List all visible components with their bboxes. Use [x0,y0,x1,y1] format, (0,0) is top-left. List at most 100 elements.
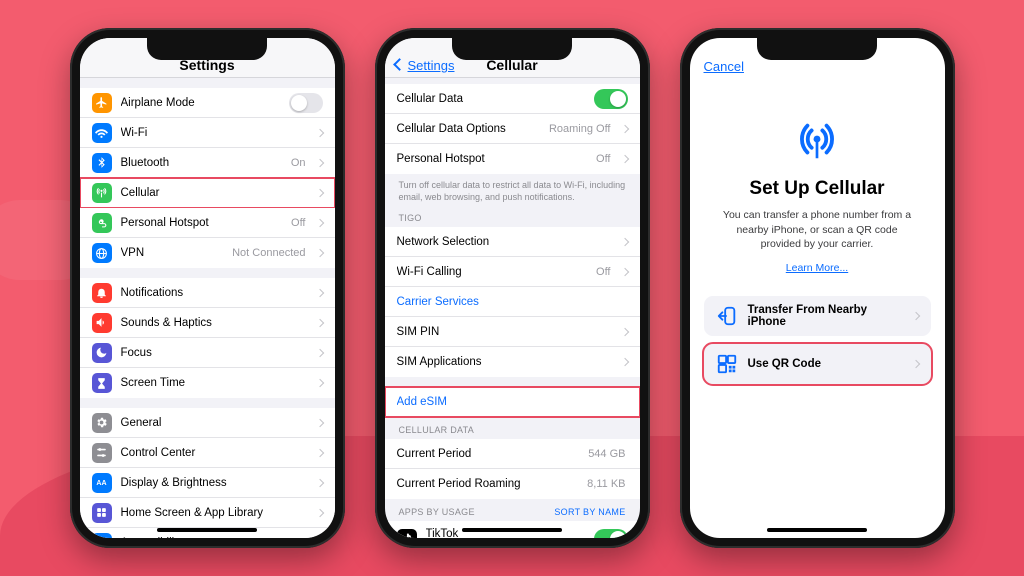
chevron-right-icon [911,312,919,320]
row-label: Cellular Data [397,93,585,105]
row-current-period[interactable]: Current Period 544 GB [385,439,640,469]
row-personal-hotspot[interactable]: Personal Hotspot Off [80,208,335,238]
row-detail: 8,11 KB [587,478,625,490]
group-data: Cellular Data Cellular Data Options Roam… [385,84,640,174]
row-detail: On [291,157,306,169]
chevron-right-icon [315,249,323,257]
row-vpn[interactable]: VPN Not Connected [80,238,335,268]
chevron-right-icon [315,158,323,166]
hourglass-icon [92,373,112,393]
row-detail: Off [291,217,305,229]
chevron-right-icon [315,379,323,387]
row-label: Display & Brightness [121,477,308,489]
row-home-screen[interactable]: Home Screen & App Library [80,498,335,528]
screen-cellular: Settings Cellular Cellular Data Cellular… [385,38,640,538]
cellular-data-toggle[interactable] [594,89,628,109]
hotspot-icon [92,213,112,233]
row-label: Carrier Services [397,296,628,308]
row-add-esim[interactable]: Add eSIM [385,387,640,417]
settings-group-attention: Notifications Sounds & Haptics Focus Scr… [80,278,335,398]
notch [452,38,572,60]
apps-header-row: APPS BY USAGE SORT BY NAME [385,499,640,521]
option-transfer-nearby[interactable]: Transfer From Nearby iPhone [704,296,931,336]
notch [147,38,267,60]
footnote-cellular: Turn off cellular data to restrict all d… [385,174,640,205]
row-label: Personal Hotspot [121,217,283,229]
airplane-icon [92,93,112,113]
app-toggle[interactable] [594,529,628,538]
chevron-right-icon [620,268,628,276]
row-carrier-services[interactable]: Carrier Services [385,287,640,317]
row-bluetooth[interactable]: Bluetooth On [80,148,335,178]
group-data-usage: Current Period 544 GB Current Period Roa… [385,439,640,499]
back-button[interactable]: Settings [395,58,455,73]
phones-stage: Settings Airplane Mode Wi-Fi Bluetooth O… [0,0,1024,576]
row-label: Cellular Data Options [397,123,540,135]
chevron-right-icon [315,448,323,456]
row-label: Wi-Fi [121,127,308,139]
row-sounds[interactable]: Sounds & Haptics [80,308,335,338]
row-cellular-data[interactable]: Cellular Data [385,84,640,114]
airplane-toggle[interactable] [289,93,323,113]
qr-icon [716,353,738,375]
option-use-qr-code[interactable]: Use QR Code [704,344,931,384]
chevron-right-icon [620,328,628,336]
display-icon: AA [92,473,112,493]
option-label: Transfer From Nearby iPhone [748,304,903,328]
chevron-right-icon [315,128,323,136]
row-wifi[interactable]: Wi-Fi [80,118,335,148]
row-detail: Not Connected [232,247,305,259]
learn-more-link[interactable]: Learn More... [786,262,848,274]
row-airplane-mode[interactable]: Airplane Mode [80,88,335,118]
row-label: Current Period Roaming [397,478,579,490]
row-label: Sounds & Haptics [121,317,308,329]
chevron-right-icon [620,358,628,366]
row-current-period-roaming[interactable]: Current Period Roaming 8,11 KB [385,469,640,499]
chevron-right-icon [911,360,919,368]
wifi-icon [92,123,112,143]
row-detail: 544 GB [588,448,625,460]
row-screen-time[interactable]: Screen Time [80,368,335,398]
chevron-right-icon [315,348,323,356]
settings-group-general: General Control Center AA Display & Brig… [80,408,335,538]
row-display[interactable]: AA Display & Brightness [80,468,335,498]
row-sim-pin[interactable]: SIM PIN [385,317,640,347]
row-detail: Off [596,153,610,165]
back-label: Settings [408,58,455,73]
antenna-icon [794,118,840,164]
group-esim: Add eSIM [385,387,640,417]
row-focus[interactable]: Focus [80,338,335,368]
accessibility-icon [92,533,112,538]
row-label: Notifications [121,287,308,299]
row-label: Add eSIM [397,396,628,408]
chevron-right-icon [315,478,323,486]
phone-1: Settings Airplane Mode Wi-Fi Bluetooth O… [70,28,345,548]
chevron-right-icon [620,238,628,246]
row-cellular[interactable]: Cellular [80,178,335,208]
sort-button[interactable]: SORT BY NAME [554,507,625,517]
chevron-right-icon [315,318,323,326]
row-label: SIM PIN [397,326,613,338]
row-label: Control Center [121,447,308,459]
row-label: Current Period [397,448,580,460]
row-label: Bluetooth [121,157,282,169]
row-general[interactable]: General [80,408,335,438]
row-control-center[interactable]: Control Center [80,438,335,468]
chevron-right-icon [315,188,323,196]
chevron-right-icon [315,508,323,516]
row-detail: Off [596,266,610,278]
row-wifi-calling[interactable]: Wi-Fi Calling Off [385,257,640,287]
bell-icon [92,283,112,303]
grid-icon [92,503,112,523]
hero-description: You can transfer a phone number from a n… [716,208,919,252]
hero-section: Set Up Cellular You can transfer a phone… [690,78,945,288]
row-cellular-data-options[interactable]: Cellular Data Options Roaming Off [385,114,640,144]
row-network-selection[interactable]: Network Selection [385,227,640,257]
moon-icon [92,343,112,363]
phone-3: Cancel Set Up Cellular You can transfer … [680,28,955,548]
row-personal-hotspot[interactable]: Personal Hotspot Off [385,144,640,174]
row-sim-applications[interactable]: SIM Applications [385,347,640,377]
cellular-icon [92,183,112,203]
row-notifications[interactable]: Notifications [80,278,335,308]
cancel-button[interactable]: Cancel [704,59,744,74]
